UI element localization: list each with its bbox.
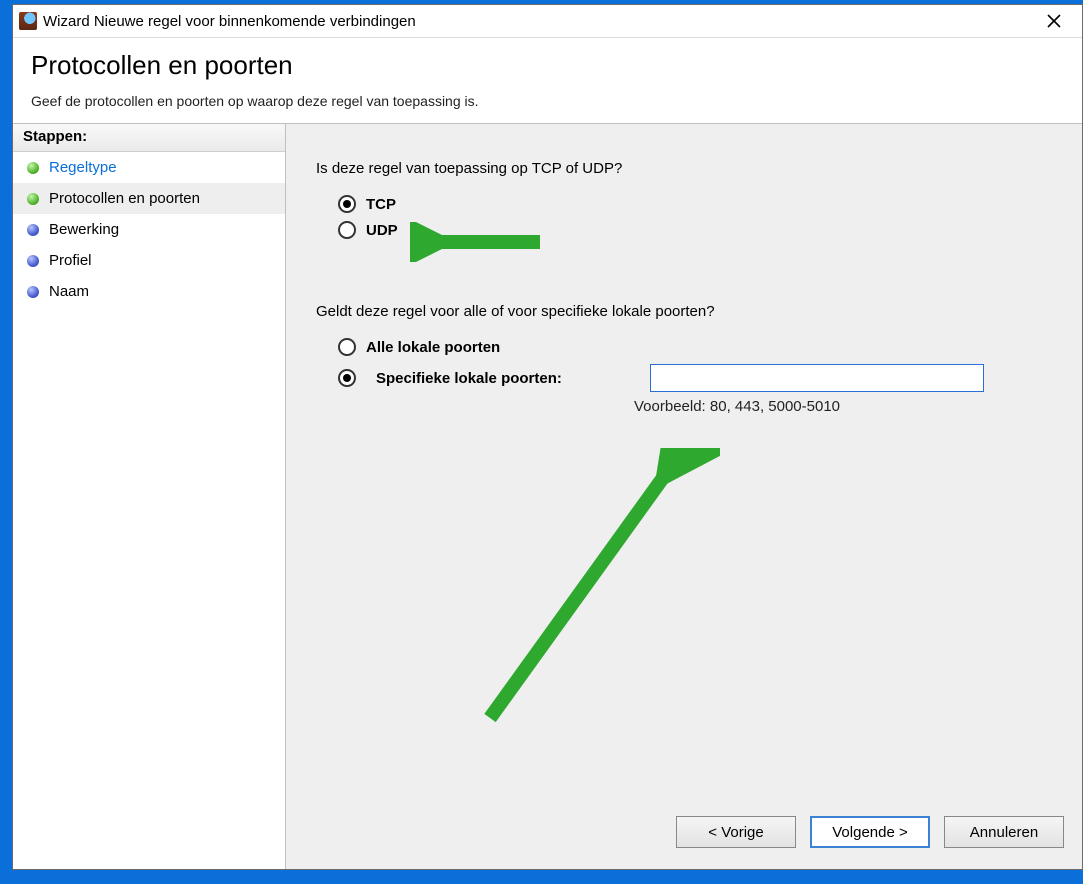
step-protocols[interactable]: Protocollen en poorten [13, 183, 285, 214]
step-action-label: Bewerking [49, 221, 119, 238]
steps-sidebar: Stappen: Regeltype Protocollen en poorte… [13, 124, 286, 869]
radio-all-ports-label: Alle lokale poorten [366, 339, 500, 356]
radio-row-specific-ports[interactable]: Specifieke lokale poorten: [338, 364, 1052, 392]
ports-example: Voorbeeld: 80, 443, 5000-5010 [634, 398, 1052, 415]
radio-udp[interactable] [338, 221, 356, 239]
next-button[interactable]: Volgende > [810, 816, 930, 848]
step-profile[interactable]: Profiel [13, 245, 285, 276]
titlebar: Wizard Nieuwe regel voor binnenkomende v… [13, 5, 1082, 38]
wizard-body: Stappen: Regeltype Protocollen en poorte… [13, 124, 1082, 869]
close-button[interactable] [1032, 7, 1076, 35]
radio-row-tcp[interactable]: TCP [338, 195, 1052, 213]
steps-header: Stappen: [13, 124, 285, 152]
step-protocols-label: Protocollen en poorten [49, 190, 200, 207]
radio-row-all-ports[interactable]: Alle lokale poorten [338, 338, 1052, 356]
step-name[interactable]: Naam [13, 276, 285, 307]
step-bullet-icon [27, 193, 39, 205]
radio-specific-ports[interactable] [338, 369, 356, 387]
radio-specific-ports-label: Specifieke lokale poorten: [376, 370, 630, 387]
step-action[interactable]: Bewerking [13, 214, 285, 245]
radio-udp-label: UDP [366, 222, 398, 239]
question-protocol: Is deze regel van toepassing op TCP of U… [316, 160, 1052, 177]
close-icon [1047, 14, 1061, 28]
back-button[interactable]: < Vorige [676, 816, 796, 848]
firewall-icon [19, 12, 37, 30]
wizard-window: Wizard Nieuwe regel voor binnenkomende v… [12, 4, 1083, 870]
step-ruletype[interactable]: Regeltype [13, 152, 285, 183]
page-subtitle: Geef de protocollen en poorten op waarop… [31, 93, 1064, 109]
step-profile-label: Profiel [49, 252, 92, 269]
question-ports: Geldt deze regel voor alle of voor speci… [316, 303, 1052, 320]
page-title: Protocollen en poorten [31, 50, 1064, 81]
step-ruletype-label[interactable]: Regeltype [49, 159, 117, 176]
step-bullet-icon [27, 162, 39, 174]
wizard-header: Protocollen en poorten Geef de protocoll… [13, 38, 1082, 124]
specific-ports-input[interactable] [650, 364, 984, 392]
radio-tcp[interactable] [338, 195, 356, 213]
wizard-content: Is deze regel van toepassing op TCP of U… [286, 124, 1082, 869]
step-bullet-icon [27, 224, 39, 236]
radio-row-udp[interactable]: UDP [338, 221, 1052, 239]
cancel-button[interactable]: Annuleren [944, 816, 1064, 848]
step-bullet-icon [27, 255, 39, 267]
step-name-label: Naam [49, 283, 89, 300]
window-title: Wizard Nieuwe regel voor binnenkomende v… [43, 13, 1032, 30]
wizard-footer: < Vorige Volgende > Annuleren [286, 803, 1082, 861]
radio-tcp-label: TCP [366, 196, 396, 213]
step-bullet-icon [27, 286, 39, 298]
radio-all-ports[interactable] [338, 338, 356, 356]
